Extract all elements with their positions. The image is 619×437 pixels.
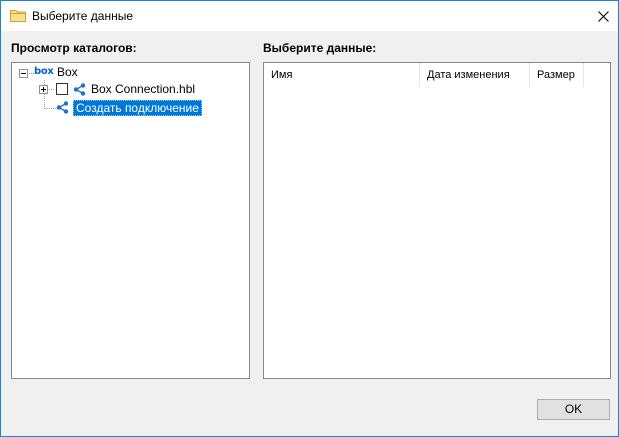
column-header-size[interactable]: Размер: [530, 63, 584, 87]
share-icon: [73, 83, 86, 96]
tree-expand-toggle-connection[interactable]: [39, 85, 48, 94]
title-bar[interactable]: Выберите данные: [1, 1, 618, 31]
dialog-window: Выберите данные Просмотр каталогов: Выбе…: [0, 0, 619, 437]
column-header-date-modified[interactable]: Дата изменения: [420, 63, 530, 87]
connection-checkbox[interactable]: [56, 83, 68, 95]
box-logo-icon: box: [34, 66, 54, 77]
share-icon: [56, 101, 69, 114]
close-icon: [597, 10, 609, 22]
tree-item-box-connection[interactable]: Box Connection.hbl: [91, 82, 195, 96]
select-data-label: Выберите данные:: [263, 41, 377, 55]
folder-icon: [10, 10, 26, 22]
data-list[interactable]: Имя Дата изменения Размер: [263, 62, 611, 379]
column-header-name[interactable]: Имя: [264, 63, 420, 87]
catalog-browser-label: Просмотр каталогов:: [11, 41, 137, 55]
catalog-tree[interactable]: box Box Box Connection.hbl Создать подкл…: [11, 62, 250, 379]
tree-connector: [49, 89, 54, 90]
tree-item-create-connection[interactable]: Создать подключение: [73, 100, 202, 116]
tree-collapse-toggle-box[interactable]: [19, 69, 28, 78]
window-title: Выберите данные: [32, 9, 134, 23]
tree-item-box[interactable]: Box: [57, 65, 78, 79]
close-button[interactable]: [588, 1, 618, 31]
ok-button[interactable]: OK: [537, 399, 610, 420]
